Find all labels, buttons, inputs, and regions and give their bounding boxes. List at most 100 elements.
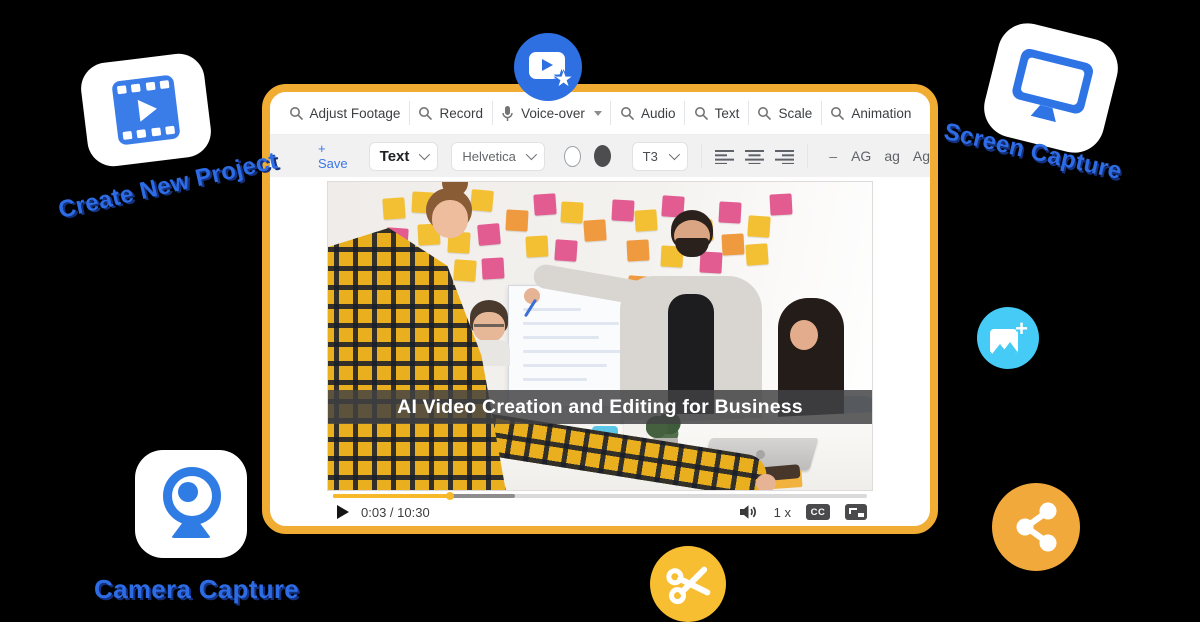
divider [748, 101, 749, 125]
camera-capture-button[interactable] [135, 450, 247, 558]
toolbar-item-label: Animation [851, 106, 911, 121]
sticky-note [583, 219, 606, 241]
text-size-value: T3 [643, 149, 658, 164]
sticky-note [470, 189, 494, 212]
titlecase-button[interactable]: Ag [913, 148, 930, 164]
font-family-value: Helvetica [462, 149, 515, 164]
toolbar-item-audio[interactable]: Audio [620, 106, 676, 121]
sticky-note [626, 239, 649, 261]
ai-video-button[interactable]: ★ [514, 33, 582, 101]
sticky-note [505, 209, 528, 231]
divider [821, 101, 822, 125]
webcam-icon [159, 467, 223, 541]
closed-captions-button[interactable]: CC [806, 504, 830, 520]
align-left-button[interactable] [715, 149, 734, 164]
sticky-note [745, 243, 768, 265]
share-button[interactable] [992, 483, 1080, 571]
magnifier-icon [418, 106, 432, 120]
chevron-down-icon [668, 149, 679, 160]
strikethrough-dash-button[interactable]: – [829, 148, 837, 164]
toolbar-item-label: Record [439, 106, 483, 121]
sticky-note [747, 215, 770, 237]
text-color-swatch-outline[interactable] [564, 146, 581, 167]
text-color-swatch-filled[interactable] [594, 145, 611, 167]
sticky-note [554, 239, 577, 261]
time-display: 0:03 / 10:30 [361, 505, 430, 520]
toolbar-item-animation[interactable]: Animation [830, 106, 911, 121]
monitor-icon [1007, 47, 1095, 129]
video-preview[interactable]: AI Video Creation and Editing for Busine… [327, 181, 873, 525]
scissors-icon [662, 558, 714, 610]
subtitle-text: AI Video Creation and Editing for Busine… [397, 396, 803, 419]
uppercase-button[interactable]: AG [851, 148, 871, 164]
divider [807, 144, 808, 168]
sticky-note [560, 201, 583, 223]
toolbar-item-label: Adjust Footage [310, 106, 401, 121]
add-image-button[interactable]: + [977, 307, 1039, 369]
sticky-note [382, 197, 405, 219]
toolbar-item-label: Scale [778, 106, 812, 121]
video-editor-window: Adjust Footage Record Voice-over Audio T… [262, 84, 938, 534]
chevron-down-icon [526, 149, 537, 160]
sticky-note [699, 251, 722, 273]
text-size-select[interactable]: T3 [632, 142, 688, 171]
fullscreen-button[interactable] [845, 504, 867, 520]
page: { "editor": { "toolbar_top": { "items": … [0, 0, 1200, 619]
progress-played [333, 494, 450, 498]
image-plus-icon: + [990, 322, 1026, 354]
microphone-icon [501, 105, 514, 122]
toolbar-item-scale[interactable]: Scale [757, 106, 812, 121]
volume-icon[interactable] [739, 504, 759, 520]
divider [684, 101, 685, 125]
save-button[interactable]: + Save [318, 141, 350, 171]
camera-capture-label: Camera Capture [94, 574, 299, 605]
trim-button[interactable] [650, 546, 726, 622]
magnifier-icon [694, 106, 708, 120]
sticky-note [453, 259, 476, 281]
subtitle-bar: AI Video Creation and Editing for Busine… [328, 390, 872, 424]
toolbar-item-label: Text [715, 106, 740, 121]
sticky-note [525, 235, 548, 257]
chevron-down-icon [594, 111, 602, 116]
video-frame: AI Video Creation and Editing for Busine… [327, 181, 873, 491]
toolbar-item-label: Audio [641, 106, 676, 121]
play-button[interactable] [337, 505, 349, 519]
create-new-project-button[interactable] [78, 51, 214, 169]
magnifier-icon [830, 106, 844, 120]
share-icon [1010, 501, 1062, 553]
toolbar-item-record[interactable]: Record [418, 106, 483, 121]
sticky-note [721, 233, 744, 255]
sticky-note [611, 199, 634, 221]
progress-bar[interactable] [333, 494, 867, 498]
top-toolbar: Adjust Footage Record Voice-over Audio T… [270, 92, 930, 135]
align-center-button[interactable] [745, 149, 764, 164]
chevron-down-icon [419, 149, 430, 160]
magnifier-icon [757, 106, 771, 120]
format-toolbar: + Save Text Helvetica T3 – AG ag Ag [270, 135, 930, 177]
sticky-note [718, 201, 741, 223]
divider [610, 101, 611, 125]
sticky-note [634, 209, 657, 231]
divider [492, 101, 493, 125]
divider [701, 144, 702, 168]
font-family-select[interactable]: Helvetica [451, 142, 544, 171]
text-style-value: Text [380, 148, 410, 165]
toolbar-item-voice-over[interactable]: Voice-over [501, 105, 602, 122]
video-star-icon: ★ [529, 52, 567, 82]
magnifier-icon [289, 106, 303, 120]
player-controls: 0:03 / 10:30 1 x CC [333, 499, 867, 525]
sticky-note [477, 223, 501, 246]
playback-speed[interactable]: 1 x [774, 505, 791, 520]
align-right-button[interactable] [775, 149, 794, 164]
sticky-note [769, 193, 792, 215]
divider [409, 101, 410, 125]
toolbar-item-adjust-footage[interactable]: Adjust Footage [289, 106, 401, 121]
toolbar-item-text[interactable]: Text [694, 106, 740, 121]
magnifier-icon [620, 106, 634, 120]
toolbar-item-label: Voice-over [521, 106, 585, 121]
text-style-select[interactable]: Text [369, 142, 439, 171]
film-strip-icon [111, 74, 180, 145]
sticky-note [533, 193, 556, 215]
sticky-note [481, 257, 504, 279]
lowercase-button[interactable]: ag [884, 148, 900, 164]
